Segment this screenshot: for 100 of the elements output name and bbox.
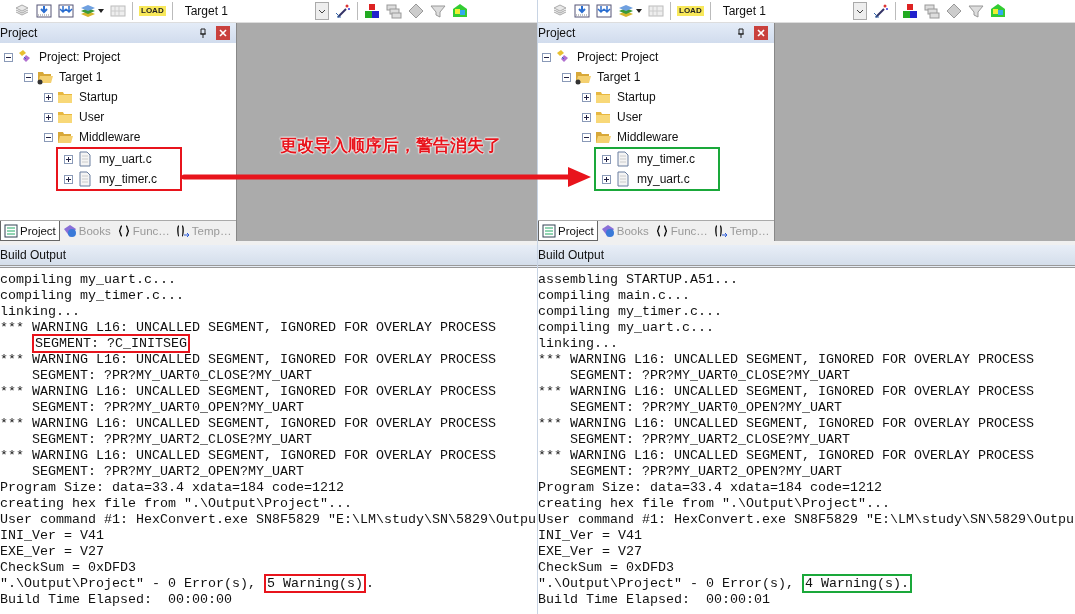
project-icon bbox=[555, 49, 571, 65]
download-tray-icon[interactable] bbox=[58, 3, 74, 19]
log-text: Program Size: data=33.4 xdata=184 code=1212 bbox=[0, 480, 344, 495]
book-icon bbox=[62, 224, 77, 238]
project-icon bbox=[17, 49, 33, 65]
log-text: SEGMENT: ?PR?MY_UART0_OPEN?MY_UART bbox=[31, 400, 304, 415]
tree-item[interactable]: Startup bbox=[615, 90, 658, 104]
tree-item[interactable]: my_timer.c bbox=[635, 152, 697, 166]
file-icon bbox=[615, 151, 631, 167]
collapse-icon[interactable] bbox=[4, 52, 13, 62]
log-text: *** WARNING L16: UNCALLED SEGMENT, IGNORED FOR OVERLAY PROCESS bbox=[0, 352, 496, 367]
download-tray-icon[interactable] bbox=[36, 3, 52, 19]
log-text: Build Time Elapsed: 00:00:00 bbox=[0, 592, 232, 607]
template-icon bbox=[175, 224, 190, 238]
close-icon[interactable] bbox=[216, 26, 230, 40]
magic-wand-icon[interactable] bbox=[872, 3, 889, 19]
tree-item[interactable]: Middleware bbox=[615, 130, 681, 144]
file-icon bbox=[77, 151, 93, 167]
log-text: Build Time Elapsed: 00:00:01 bbox=[538, 592, 770, 607]
dropdown-button[interactable] bbox=[852, 2, 867, 20]
pin-icon[interactable] bbox=[736, 28, 746, 38]
tree-item[interactable]: User bbox=[615, 110, 645, 124]
tree-item[interactable]: Target 1 bbox=[57, 70, 105, 84]
panel-title: Build Output bbox=[538, 248, 605, 262]
collapse-icon[interactable] bbox=[562, 72, 571, 82]
log-text: 5 Warning(s) bbox=[263, 574, 366, 593]
load-icon[interactable]: LOAD bbox=[139, 6, 166, 16]
expand-icon[interactable] bbox=[602, 154, 611, 164]
close-icon[interactable] bbox=[754, 26, 768, 40]
log-text: creating hex file from ".\Output\Project"... bbox=[538, 496, 890, 511]
diamond-icon[interactable] bbox=[945, 3, 962, 19]
braces-icon bbox=[116, 224, 131, 238]
expand-icon[interactable] bbox=[602, 174, 611, 184]
target-dropdown[interactable]: Target 1 bbox=[716, 4, 853, 18]
magic-wand-icon[interactable] bbox=[334, 3, 351, 19]
expand-icon[interactable] bbox=[582, 92, 591, 102]
caret-icon[interactable] bbox=[98, 9, 104, 13]
open-folder-icon bbox=[595, 129, 611, 145]
log-text: SEGMENT: ?PR?MY_UART2_OPEN?MY_UART bbox=[569, 464, 842, 479]
expand-icon[interactable] bbox=[64, 154, 73, 164]
tree-item[interactable]: Middleware bbox=[77, 130, 143, 144]
layers-icon[interactable] bbox=[618, 3, 634, 19]
target-dropdown[interactable]: Target 1 bbox=[178, 4, 315, 18]
pane-tab[interactable]: Project bbox=[0, 221, 60, 241]
file-icon bbox=[77, 171, 93, 187]
log-text: creating hex file from ".\Output\Project"... bbox=[0, 496, 352, 511]
expand-icon[interactable] bbox=[582, 112, 591, 122]
collapse-icon[interactable] bbox=[44, 132, 53, 142]
log-text: INI_Ver = V41 bbox=[0, 528, 104, 543]
log-text: compiling main.c... bbox=[538, 288, 690, 303]
collapse-icon[interactable] bbox=[24, 72, 33, 82]
log-text: SEGMENT: ?PR?MY_UART0_CLOSE?MY_UART bbox=[569, 368, 850, 383]
expand-icon[interactable] bbox=[64, 174, 73, 184]
log-text: *** WARNING L16: UNCALLED SEGMENT, IGNORED FOR OVERLAY PROCESS bbox=[538, 384, 1034, 399]
load-icon[interactable]: LOAD bbox=[677, 6, 704, 16]
diamond-icon[interactable] bbox=[407, 3, 424, 19]
tree-item[interactable]: Target 1 bbox=[595, 70, 643, 84]
expand-icon[interactable] bbox=[44, 112, 53, 122]
log-text: compiling my_timer.c... bbox=[538, 304, 722, 319]
open-folder-icon bbox=[575, 69, 591, 85]
dropdown-button[interactable] bbox=[314, 2, 329, 20]
log-text: *** WARNING L16: UNCALLED SEGMENT, IGNORED FOR OVERLAY PROCESS bbox=[538, 416, 1034, 431]
download-tray-icon[interactable] bbox=[596, 3, 612, 19]
package-icon[interactable] bbox=[989, 3, 1006, 19]
package-icon[interactable] bbox=[451, 3, 468, 19]
collapse-icon[interactable] bbox=[582, 132, 591, 142]
pin-icon[interactable] bbox=[198, 28, 208, 38]
log-text: assembling STARTUP.A51... bbox=[538, 272, 738, 287]
pane-title: Project bbox=[0, 26, 38, 40]
log-text: compiling my_uart.c... bbox=[538, 320, 714, 335]
layers-icon[interactable] bbox=[80, 3, 96, 19]
open-folder-icon bbox=[57, 129, 73, 145]
tree-item[interactable]: Startup bbox=[77, 90, 120, 104]
log-text: SEGMENT: ?PR?MY_UART2_CLOSE?MY_UART bbox=[31, 432, 312, 447]
log-text: SEGMENT: ?PR?MY_UART0_CLOSE?MY_UART bbox=[31, 368, 312, 383]
tree-item[interactable]: Project: Project bbox=[37, 50, 123, 64]
log-text: linking... bbox=[0, 304, 80, 319]
tree-item[interactable]: my_timer.c bbox=[97, 172, 159, 186]
log-text: ".\Output\Project" - 0 Error(s), bbox=[538, 576, 795, 591]
annotation-text: 更改导入顺序后，警告消失了 bbox=[280, 134, 501, 157]
collapse-icon[interactable] bbox=[542, 52, 551, 62]
tree-item[interactable]: my_uart.c bbox=[97, 152, 154, 166]
log-text: CheckSum = 0xDFD3 bbox=[538, 560, 674, 575]
expand-icon[interactable] bbox=[44, 92, 53, 102]
list-icon bbox=[542, 223, 556, 238]
log-text: SEGMENT: ?PR?MY_UART2_OPEN?MY_UART bbox=[31, 464, 304, 479]
pane-tab[interactable]: Project bbox=[538, 221, 598, 241]
tree-item[interactable]: User bbox=[77, 110, 107, 124]
log-text: Program Size: data=33.4 xdata=184 code=1212 bbox=[538, 480, 882, 495]
template-icon bbox=[713, 224, 728, 238]
tree-item[interactable]: my_uart.c bbox=[635, 172, 692, 186]
folder-icon bbox=[57, 89, 73, 105]
download-tray-icon[interactable] bbox=[574, 3, 590, 19]
blocks-icon[interactable] bbox=[901, 3, 918, 19]
braces-icon bbox=[654, 224, 669, 238]
tree-item[interactable]: Project: Project bbox=[575, 50, 661, 64]
blocks-icon[interactable] bbox=[363, 3, 380, 19]
caret-icon[interactable] bbox=[636, 9, 642, 13]
log-text: User command #1: HexConvert.exe SN8F5829 "E:\LM\study\SN\5829\Outpu bbox=[0, 512, 536, 527]
log-text: User command #1: HexConvert.exe SN8F5829 "E:\LM\study\SN\5829\Outpu bbox=[538, 512, 1074, 527]
